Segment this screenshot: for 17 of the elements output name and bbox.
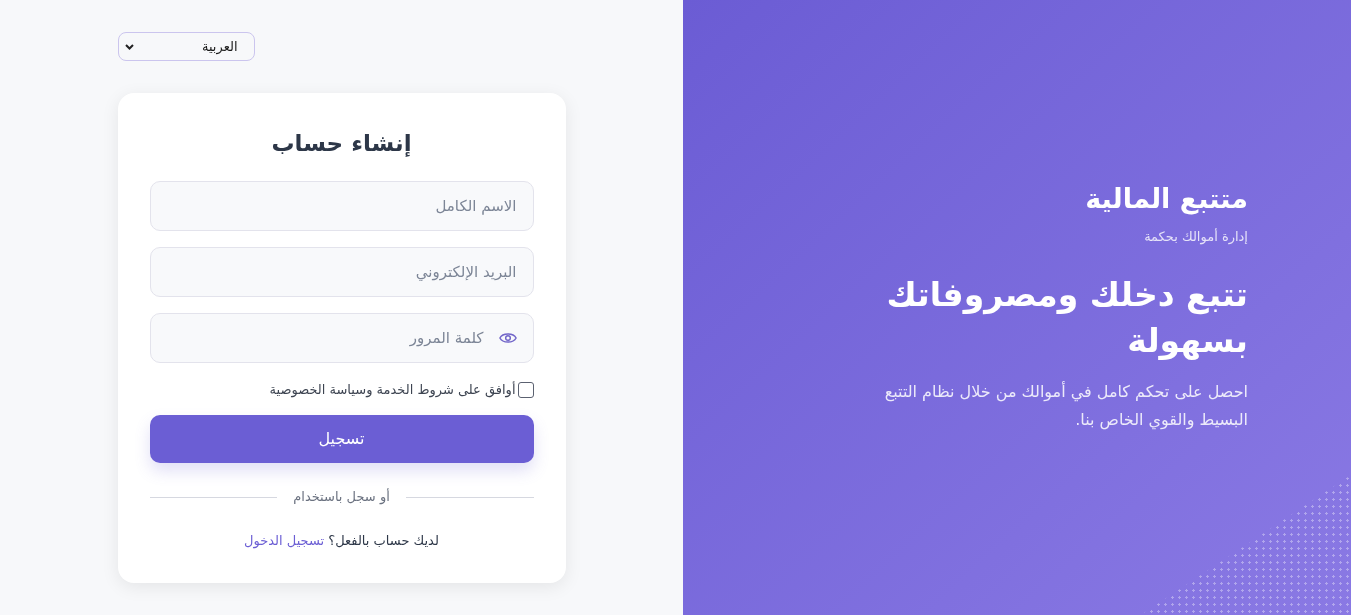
- login-prompt: لديك حساب بالفعل؟ تسجيل الدخول: [244, 532, 439, 551]
- email-field[interactable]: البريد الإلكتروني: [149, 247, 534, 297]
- chevron-down-icon: [124, 43, 134, 50]
- tagline: إدارة أموالك بحكمة: [1144, 227, 1248, 247]
- divider-text: أو سجل باستخدام: [293, 487, 390, 507]
- password-field[interactable]: كلمة المرور: [149, 313, 534, 363]
- name-field[interactable]: الاسم الكامل: [149, 181, 534, 231]
- app-name: متتبع المالية: [1085, 182, 1248, 217]
- register-button[interactable]: تسجيل: [149, 415, 534, 463]
- description: احصل على تحكم كامل في أموالك من خلال نظام التتبع البسيط والقوي الخاص بنا.: [883, 380, 1248, 432]
- headline: تتبع دخلك ومصروفاتك بسهولة: [885, 274, 1248, 362]
- login-link[interactable]: تسجيل الدخول: [244, 533, 325, 548]
- eye-icon[interactable]: [498, 331, 517, 345]
- card-title: إنشاء حساب: [271, 129, 412, 159]
- language-select[interactable]: العربية: [117, 32, 255, 61]
- terms-label: أوافق على شروط الخدمة وسياسة الخصوصية: [269, 380, 516, 400]
- terms-checkbox[interactable]: [517, 382, 534, 398]
